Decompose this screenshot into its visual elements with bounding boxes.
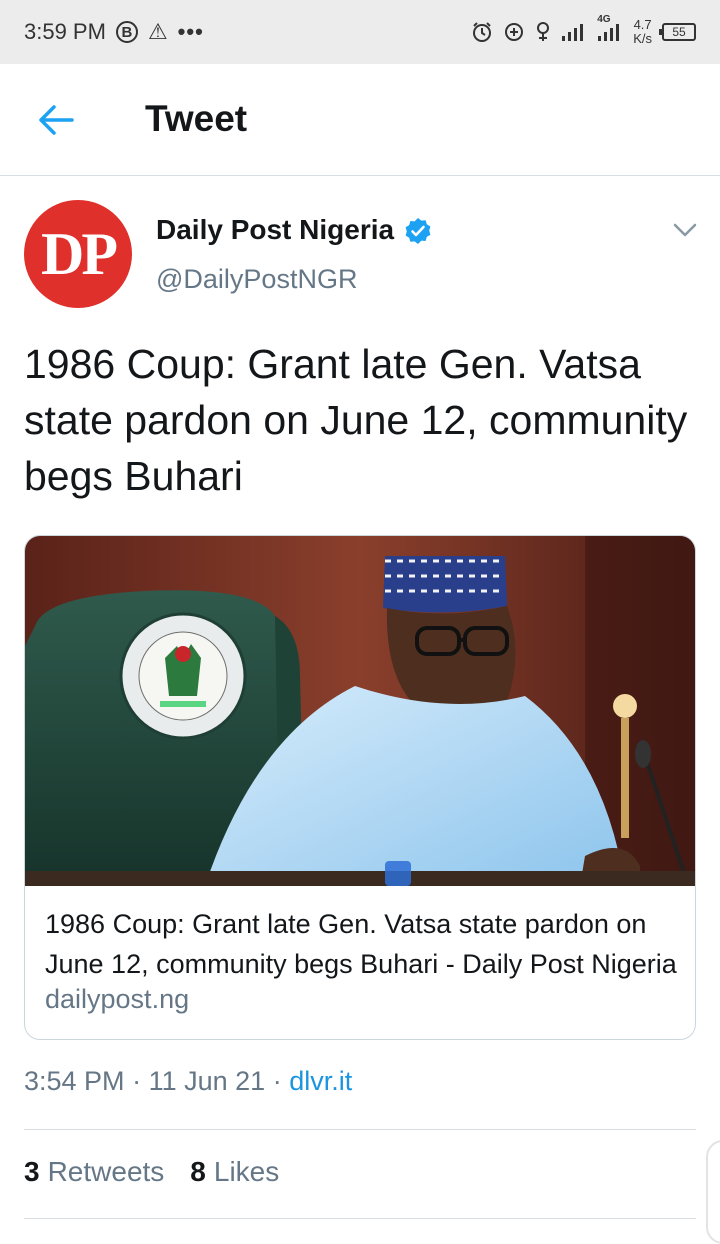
network-speed: 4.7 K/s [633, 18, 652, 46]
chevron-down-icon[interactable] [672, 220, 698, 240]
data-saver-icon [503, 21, 525, 43]
battery-icon: 55 [659, 23, 696, 41]
floating-action-edge[interactable] [706, 1140, 720, 1244]
retweets-count: 3 [24, 1156, 40, 1187]
more-notifications-icon: ••• [177, 19, 204, 44]
top-app-bar: Tweet [0, 64, 720, 176]
network-speed-unit: K/s [633, 31, 652, 46]
bitcoin-icon: B [115, 21, 138, 43]
card-title: 1986 Coup: Grant late Gen. Vatsa state p… [45, 909, 677, 979]
status-time: 3:59 PM [24, 19, 106, 44]
card-image [25, 536, 695, 886]
signal-icon [561, 22, 587, 42]
card-domain: dailypost.ng [45, 984, 190, 1014]
tweet-text: 1986 Coup: Grant late Gen. Vatsa state p… [24, 341, 688, 499]
likes-count: 8 [190, 1156, 206, 1187]
location-icon [535, 21, 551, 43]
network-speed-value: 4.7 [633, 17, 652, 32]
likes-stat[interactable]: 8 Likes [190, 1156, 279, 1188]
retweets-label: Retweets [47, 1156, 165, 1187]
author-handle[interactable]: @DailyPostNGR [156, 264, 357, 295]
tweet-source-link[interactable]: dlvr.it [289, 1066, 352, 1096]
meta-separator: · [272, 1066, 282, 1096]
tweet-stats: 3 Retweets 8 Likes [24, 1156, 279, 1188]
tweet-date: 11 Jun 21 [148, 1066, 266, 1096]
status-bar-right: 4G 4.7 K/s 55 [471, 14, 696, 46]
network-type-label: 4G [597, 14, 611, 25]
signal-4g-icon: 4G [597, 14, 623, 42]
author-name[interactable]: Daily Post Nigeria [156, 214, 394, 246]
tweet-time: 3:54 PM [24, 1066, 125, 1096]
page-title: Tweet [145, 98, 248, 139]
retweets-stat[interactable]: 3 Retweets [24, 1156, 164, 1188]
avatar[interactable]: DP [24, 200, 132, 308]
status-bar: 3:59 PM B ⚠ ••• 4G 4.7 K/s 55 [0, 0, 720, 64]
likes-label: Likes [213, 1156, 280, 1187]
alarm-icon [471, 21, 493, 43]
verified-badge-icon [404, 217, 432, 245]
link-preview-card[interactable]: 1986 Coup: Grant late Gen. Vatsa state p… [24, 535, 696, 1040]
divider [24, 1129, 696, 1130]
back-arrow-icon[interactable] [36, 102, 76, 138]
divider [24, 1218, 696, 1219]
meta-separator: · [132, 1066, 142, 1096]
tweet-meta: 3:54 PM · 11 Jun 21 · dlvr.it [24, 1066, 352, 1097]
status-bar-left: 3:59 PM B ⚠ ••• [24, 19, 204, 45]
warning-icon: ⚠ [147, 19, 168, 44]
